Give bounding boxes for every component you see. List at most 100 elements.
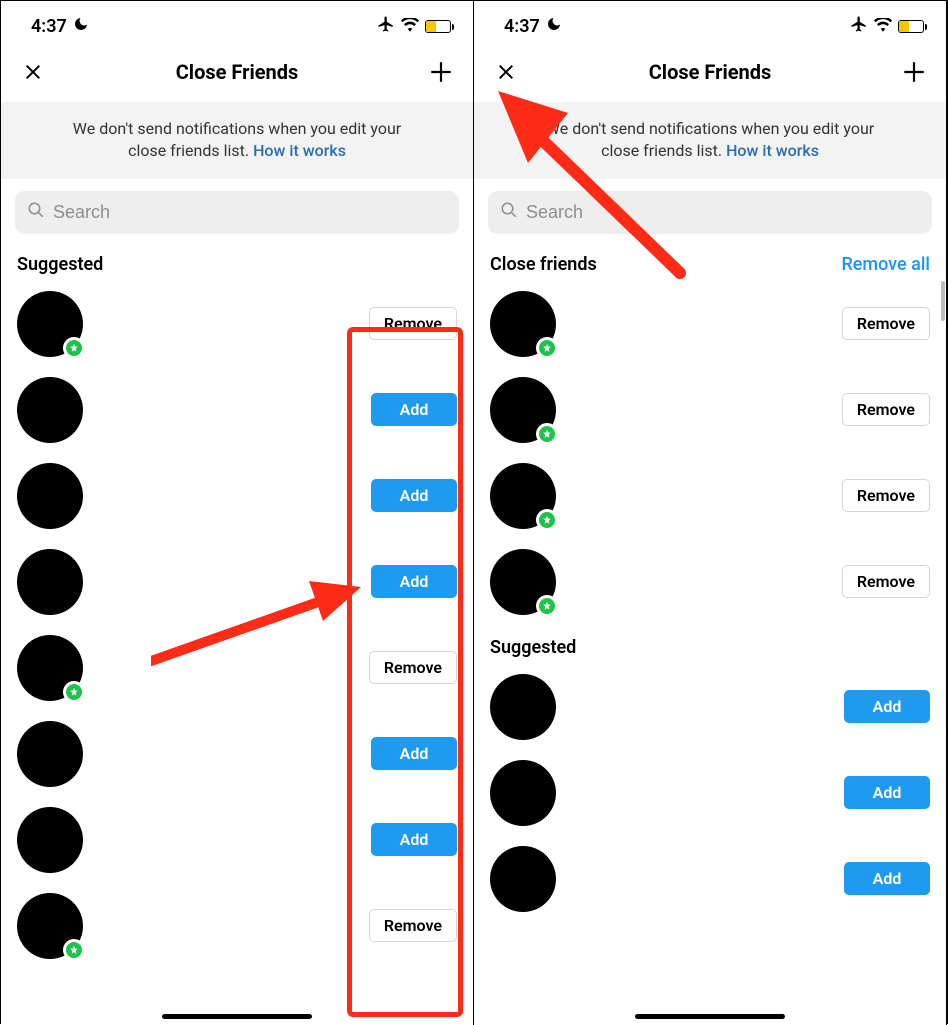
- add-button[interactable]: Add: [844, 862, 930, 895]
- remove-button[interactable]: Remove: [842, 479, 930, 512]
- search-input[interactable]: [488, 191, 932, 234]
- list-item: Add: [15, 711, 459, 797]
- avatar[interactable]: [17, 635, 83, 701]
- section-title: Suggested: [490, 637, 576, 658]
- section-title: Close friends: [490, 254, 597, 275]
- avatar[interactable]: [17, 291, 83, 357]
- add-button[interactable]: Add: [371, 393, 457, 426]
- scrollbar[interactable]: [941, 281, 945, 321]
- add-icon[interactable]: [900, 58, 928, 86]
- search-field[interactable]: [53, 202, 447, 223]
- page-title: Close Friends: [649, 60, 772, 84]
- battery-icon: [425, 20, 451, 33]
- airplane-icon: [850, 15, 868, 38]
- avatar[interactable]: [17, 549, 83, 615]
- phone-right: 4:37 Close Friends We don't send notific…: [474, 1, 947, 1025]
- status-time: 4:37: [504, 16, 540, 37]
- remove-button[interactable]: Remove: [369, 909, 457, 942]
- list-item: Remove: [488, 367, 932, 453]
- search-icon: [500, 201, 518, 224]
- close-friend-star-icon: [536, 337, 558, 359]
- list-item: Remove: [488, 539, 932, 625]
- list-item: Remove: [488, 281, 932, 367]
- search-input[interactable]: [15, 191, 459, 234]
- add-button[interactable]: Add: [844, 776, 930, 809]
- add-button[interactable]: Add: [371, 479, 457, 512]
- add-icon[interactable]: [427, 58, 455, 86]
- add-button[interactable]: Add: [844, 690, 930, 723]
- close-friend-star-icon: [536, 423, 558, 445]
- search-field[interactable]: [526, 202, 920, 223]
- list-item: Add: [15, 453, 459, 539]
- close-icon[interactable]: [492, 58, 520, 86]
- banner-text-a: We don't send notifications when you edi…: [546, 119, 874, 138]
- remove-button[interactable]: Remove: [842, 307, 930, 340]
- search-icon: [27, 201, 45, 224]
- battery-icon: [898, 20, 924, 33]
- remove-button[interactable]: Remove: [369, 651, 457, 684]
- list-item: Add: [15, 367, 459, 453]
- how-it-works-link[interactable]: How it works: [726, 141, 819, 160]
- close-friend-star-icon: [63, 337, 85, 359]
- avatar[interactable]: [17, 721, 83, 787]
- avatar[interactable]: [490, 674, 556, 740]
- remove-button[interactable]: Remove: [842, 393, 930, 426]
- section-title: Suggested: [17, 254, 103, 275]
- list-item: Add: [488, 750, 932, 836]
- page-title: Close Friends: [176, 60, 299, 84]
- list-item: Add: [488, 836, 932, 922]
- avatar[interactable]: [490, 291, 556, 357]
- suggested-list: Add Add Add: [474, 664, 946, 922]
- list-item: Add: [15, 797, 459, 883]
- moon-icon: [546, 16, 562, 37]
- phone-left: 4:37 Close Friends We don't send notific…: [1, 1, 474, 1025]
- list-item: Add: [15, 539, 459, 625]
- wifi-icon: [874, 16, 892, 37]
- suggested-list: Remove Add Add Add Remove Add Add Remove: [1, 281, 473, 969]
- list-item: Remove: [488, 453, 932, 539]
- remove-button[interactable]: Remove: [842, 565, 930, 598]
- home-indicator: [635, 1014, 785, 1019]
- moon-icon: [73, 16, 89, 37]
- section-header-suggested: Suggested: [474, 625, 946, 664]
- banner-text-b: close friends list.: [128, 141, 253, 160]
- wifi-icon: [401, 16, 419, 37]
- info-banner: We don't send notifications when you edi…: [474, 102, 946, 179]
- list-item: Add: [488, 664, 932, 750]
- add-button[interactable]: Add: [371, 565, 457, 598]
- avatar[interactable]: [17, 377, 83, 443]
- close-friend-star-icon: [536, 595, 558, 617]
- status-time: 4:37: [31, 16, 67, 37]
- status-bar: 4:37: [1, 1, 473, 46]
- home-indicator: [162, 1014, 312, 1019]
- avatar[interactable]: [490, 377, 556, 443]
- add-button[interactable]: Add: [371, 823, 457, 856]
- close-friend-star-icon: [63, 681, 85, 703]
- airplane-icon: [377, 15, 395, 38]
- avatar[interactable]: [17, 463, 83, 529]
- close-friend-star-icon: [536, 509, 558, 531]
- avatar[interactable]: [17, 807, 83, 873]
- list-item: Remove: [15, 281, 459, 367]
- list-item: Remove: [15, 883, 459, 969]
- close-icon[interactable]: [19, 58, 47, 86]
- status-bar: 4:37: [474, 1, 946, 46]
- remove-button[interactable]: Remove: [369, 307, 457, 340]
- add-button[interactable]: Add: [371, 737, 457, 770]
- close-friends-list: Remove Remove Remove Remove: [474, 281, 946, 625]
- avatar[interactable]: [490, 549, 556, 615]
- section-header: Suggested: [1, 242, 473, 281]
- remove-all-link[interactable]: Remove all: [841, 254, 930, 275]
- header: Close Friends: [474, 46, 946, 102]
- banner-text-b: close friends list.: [601, 141, 726, 160]
- close-friend-star-icon: [63, 939, 85, 961]
- info-banner: We don't send notifications when you edi…: [1, 102, 473, 179]
- header: Close Friends: [1, 46, 473, 102]
- banner-text-a: We don't send notifications when you edi…: [73, 119, 401, 138]
- avatar[interactable]: [490, 463, 556, 529]
- avatar[interactable]: [17, 893, 83, 959]
- how-it-works-link[interactable]: How it works: [253, 141, 346, 160]
- avatar[interactable]: [490, 846, 556, 912]
- avatar[interactable]: [490, 760, 556, 826]
- section-header-close-friends: Close friends Remove all: [474, 242, 946, 281]
